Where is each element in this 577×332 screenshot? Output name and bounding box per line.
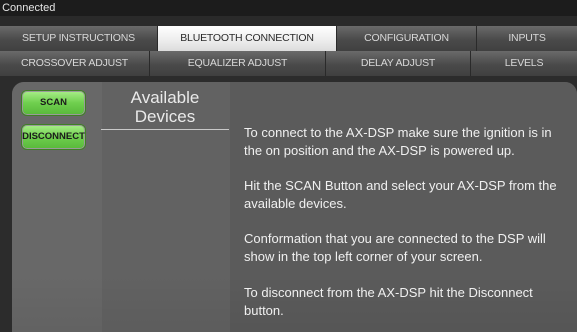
available-devices-title: Available Devices (101, 88, 229, 126)
device-list-divider (101, 129, 229, 130)
available-devices-title-line1: Available (130, 88, 200, 107)
tab-configuration[interactable]: CONFIGURATION (337, 26, 477, 51)
disconnect-button[interactable]: DISCONNECT (21, 124, 86, 150)
tab-row-secondary: CROSSOVER ADJUST EQUALIZER ADJUST DELAY … (0, 51, 577, 77)
status-bar: t Connected (0, 0, 577, 16)
instruction-paragraph: To disconnect from the AX-DSP hit the Di… (244, 285, 533, 318)
tab-levels[interactable]: LEVELS (471, 51, 577, 76)
connection-status: t Connected (0, 2, 56, 14)
instruction-paragraph: To connect to the AX-DSP make sure the i… (244, 125, 552, 158)
tab-equalizer-adjust[interactable]: EQUALIZER ADJUST (150, 51, 326, 76)
tab-setup-instructions[interactable]: SETUP INSTRUCTIONS (0, 26, 158, 51)
instruction-paragraph: Conformation that you are connected to t… (244, 231, 546, 264)
scan-button[interactable]: SCAN (21, 90, 86, 116)
tab-inputs[interactable]: INPUTS (477, 26, 577, 51)
tab-crossover-adjust[interactable]: CROSSOVER ADJUST (0, 51, 150, 76)
instruction-paragraph: Hit the SCAN Button and select your AX-D… (244, 178, 557, 211)
tab-delay-adjust[interactable]: DELAY ADJUST (326, 51, 471, 76)
tab-bluetooth-connection[interactable]: BLUETOOTH CONNECTION (158, 26, 337, 51)
available-devices-title-line2: Devices (134, 107, 196, 126)
tab-row-primary: SETUP INSTRUCTIONS BLUETOOTH CONNECTION … (0, 26, 577, 52)
